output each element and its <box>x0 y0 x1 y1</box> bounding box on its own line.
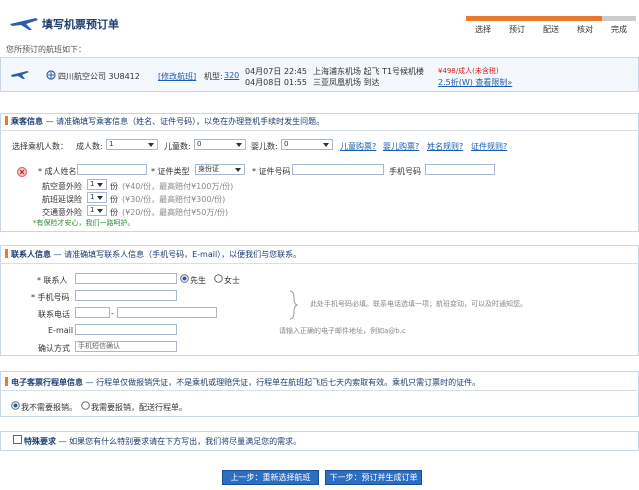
id-number-input[interactable] <box>292 164 384 175</box>
section-marker <box>5 249 8 258</box>
radio-mr-icon[interactable] <box>180 274 189 283</box>
plane-logo-icon <box>10 18 38 30</box>
change-flight-link[interactable]: [修改航班] <box>158 71 196 82</box>
delay-ins-select[interactable]: 1 <box>87 192 107 203</box>
aircraft-label: 机型: <box>204 72 223 81</box>
contact-name-input[interactable] <box>75 273 177 284</box>
step-label-1: 选择 <box>475 25 491 34</box>
radio-reimburse-icon[interactable] <box>81 401 90 410</box>
divider <box>0 263 639 264</box>
insurance-tip: *有保险才安心，我们一路呵护。 <box>33 219 135 227</box>
page: 填写机票预订单 您所预订的航班如下： 选择 预订 配送 核对 完成 四川航空公司 3U8… <box>0 0 639 490</box>
arrive-time: 04月08日 01:55 <box>245 78 307 87</box>
page-subtitle: 您所预订的航班如下： <box>6 45 86 54</box>
tel-label: 联系电话 <box>38 310 70 319</box>
adult-name-input[interactable] <box>77 164 147 175</box>
airline-name: 四川航空公司 3U8412 <box>58 72 140 81</box>
name-rules-link[interactable]: 姓名规则? <box>427 141 463 152</box>
traffic-ins-label: 交通意外险 <box>42 208 82 217</box>
mobile-input[interactable] <box>75 290 177 301</box>
tel-dash: - <box>111 309 114 318</box>
step-label-3: 配送 <box>543 25 559 34</box>
ticket-price: ¥498/成人(未含税) <box>438 67 499 75</box>
ins-unit: 份 <box>110 195 118 204</box>
confirm-method-input[interactable]: 手机短信确认 <box>75 341 177 352</box>
next-step-button[interactable]: 下一步：预订并生成订单 <box>325 470 422 485</box>
aircraft-link[interactable]: 320 <box>224 71 239 80</box>
passenger-phone-input[interactable] <box>425 164 495 175</box>
passenger-title: 乘客信息 — 请准确填写乘客信息（姓名、证件号码），以免在办理登机手续时发生问题… <box>11 117 325 126</box>
step-label-4: 核对 <box>577 25 593 34</box>
contact-title: 联系人信息 — 请准确填写联系人信息（手机号码，E-mail），以便我们与您联系… <box>11 250 302 259</box>
discount-link[interactable]: 2.5折(W) 查看限制» <box>438 77 512 88</box>
email-label: E-mail <box>48 326 74 335</box>
infant-ticket-link[interactable]: 婴儿购票? <box>383 141 419 152</box>
email-note: 请输入正确的电子邮件地址，例如a@b.c <box>279 327 406 335</box>
special-checkbox-icon[interactable] <box>13 435 22 444</box>
delay-ins-label: 航班延误险 <box>42 195 82 204</box>
ins-unit: 份 <box>110 208 118 217</box>
no-reimburse-label: 我不需要报销。 <box>21 403 77 412</box>
step-bar-1 <box>466 16 500 21</box>
radio-ms-label: 女士 <box>224 276 240 285</box>
id-rules-link[interactable]: 证件规则? <box>471 141 507 152</box>
flight-accident-ins-note: (¥40/份，最高赔付¥100万/份) <box>122 182 234 191</box>
delay-ins-note: (¥30/份，最高赔付¥300/份) <box>122 195 226 204</box>
traffic-ins-select[interactable]: 1 <box>87 205 107 216</box>
ins-unit: 份 <box>110 182 118 191</box>
radio-mr-label: 先生 <box>190 276 206 285</box>
adult-count-select[interactable]: 1 <box>106 139 158 150</box>
infant-count-label: 婴儿数: <box>251 142 278 151</box>
step-bar-3 <box>534 16 568 21</box>
divider <box>0 390 639 391</box>
infant-count-select[interactable]: 0 <box>281 139 333 150</box>
prev-step-button[interactable]: 上一步：重新选择航班 <box>222 470 319 485</box>
section-marker <box>5 116 8 125</box>
section-marker <box>5 377 8 386</box>
flight-accident-ins-label: 航空意外险 <box>42 182 82 191</box>
plane-icon <box>11 71 29 79</box>
radio-ms-icon[interactable] <box>214 274 223 283</box>
child-count-select[interactable]: 0 <box>194 139 246 150</box>
tel-area-input[interactable] <box>75 307 110 318</box>
step-label-2: 预订 <box>509 25 525 34</box>
contact-name-label: * 联系人 <box>37 276 68 285</box>
step-bar-4 <box>568 16 602 21</box>
confirm-method-label: 确认方式 <box>38 344 70 353</box>
brace-icon <box>289 290 298 320</box>
id-type-select[interactable]: 身份证 <box>195 164 245 175</box>
contact-note: 此处手机号码必填。联系电话选填一项；航班变动，可以及时通知您。 <box>310 300 527 308</box>
passenger-phone-label: 手机号码 <box>389 167 421 176</box>
flight-accident-ins-select[interactable]: 1 <box>87 179 107 190</box>
adult-count-label: 成人数: <box>76 142 103 151</box>
airline-logo-icon <box>46 70 56 80</box>
page-title: 填写机票预订单 <box>42 18 119 31</box>
special-title: 特殊要求 — 如果您有什么特别要求请在下方写出，我们将尽量满足您的需求。 <box>24 437 302 446</box>
email-input[interactable] <box>75 324 177 335</box>
child-ticket-link[interactable]: 儿童购票? <box>340 141 376 152</box>
divider <box>0 130 639 131</box>
id-type-label: * 证件类型 <box>151 167 190 176</box>
depart-place: 上海浦东机场 起飞 T1号候机楼 <box>313 67 425 76</box>
remove-passenger-icon[interactable] <box>17 167 27 177</box>
id-number-label: * 证件号码 <box>252 167 291 176</box>
reimburse-label: 我需要报销，配送行程单。 <box>91 403 187 412</box>
traffic-ins-note: (¥20/份，最高赔付¥50万/份) <box>122 208 229 217</box>
tel-number-input[interactable] <box>117 307 217 318</box>
depart-time: 04月07日 22:45 <box>245 67 307 76</box>
step-bar-2 <box>500 16 534 21</box>
step-label-5: 完成 <box>611 25 627 34</box>
arrive-place: 三亚凤凰机场 到达 <box>313 78 380 87</box>
child-count-label: 儿童数: <box>164 142 191 151</box>
radio-no-reimburse-icon[interactable] <box>11 401 20 410</box>
itinerary-title: 电子客票行程单信息 — 行程单仅做报销凭证，不是乘机或理赔凭证，行程单在航班起飞… <box>11 378 481 387</box>
passenger-count-label: 选择乘机人数： <box>12 142 68 151</box>
adult-name-label: * 成人姓名 <box>38 167 77 176</box>
step-bar-5 <box>602 16 636 21</box>
mobile-label: * 手机号码 <box>31 293 70 302</box>
